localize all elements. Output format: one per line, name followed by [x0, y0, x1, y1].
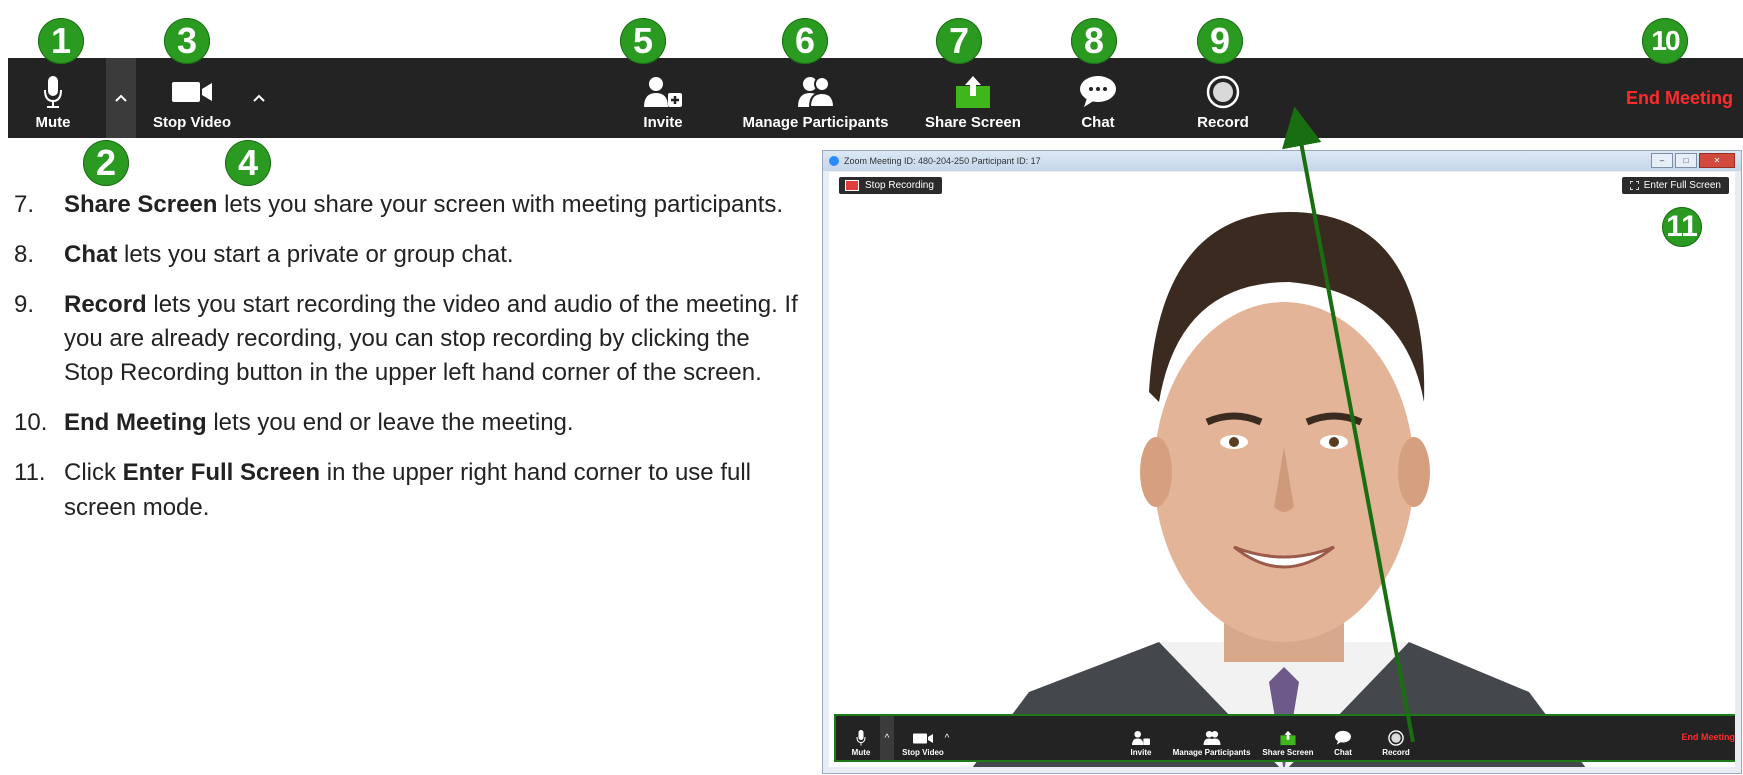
zoom-logo-icon: [829, 156, 839, 166]
chevron-up-icon[interactable]: ^: [940, 716, 954, 760]
invite-button[interactable]: Invite: [1121, 716, 1161, 760]
badge-6: 6: [782, 18, 828, 64]
stop-recording-button[interactable]: Stop Recording: [839, 177, 942, 194]
chat-bubble-icon: [1334, 728, 1352, 748]
chevron-up-icon[interactable]: ^: [880, 716, 894, 760]
video-options-caret[interactable]: [244, 58, 274, 138]
invite-person-icon: [642, 72, 684, 112]
window-title: Zoom Meeting ID: 480-204-250 Participant…: [844, 156, 1041, 166]
mute-button[interactable]: Mute: [30, 58, 76, 138]
record-label: Record: [1197, 114, 1249, 131]
badge-9: 9: [1197, 18, 1243, 64]
list-item: 11. Click Enter Full Screen in the upper…: [14, 459, 751, 521]
mute-button[interactable]: Mute: [846, 716, 876, 760]
share-screen-label: Share Screen: [925, 114, 1021, 131]
list-item: 9. Record lets you start recording the v…: [14, 291, 798, 387]
badge-2: 2: [83, 140, 129, 186]
share-screen-icon: [1279, 728, 1297, 748]
instruction-list: 7. Share Screen lets you share your scre…: [14, 188, 804, 541]
audio-options-caret[interactable]: [106, 58, 136, 138]
participant-video: [972, 212, 1586, 767]
stop-recording-label: Stop Recording: [865, 180, 934, 191]
zoom-meeting-window: Zoom Meeting ID: 480-204-250 Participant…: [822, 150, 1742, 774]
record-icon: [1206, 72, 1240, 112]
fullscreen-icon: [1629, 181, 1639, 190]
manage-participants-label: Manage Participants: [742, 114, 889, 131]
chevron-up-icon: [253, 94, 265, 102]
window-toolbar: Mute ^ Stop Video ^ Invite Manage Partic…: [834, 714, 1735, 762]
microphone-icon: [855, 728, 867, 748]
mute-label: Mute: [851, 748, 871, 757]
close-icon[interactable]: ✕: [1699, 153, 1735, 168]
record-button[interactable]: Record: [1188, 58, 1258, 138]
record-icon: [1388, 728, 1404, 748]
invite-label: Invite: [643, 114, 683, 131]
badge-10: 10: [1642, 18, 1688, 64]
microphone-icon: [42, 72, 64, 112]
end-meeting-button[interactable]: End Meeting: [1626, 88, 1733, 109]
meeting-toolbar: Mute Stop Video Invite Manage Participan…: [8, 58, 1743, 138]
stop-video-label: Stop Video: [152, 114, 232, 131]
badge-7: 7: [936, 18, 982, 64]
badge-5: 5: [620, 18, 666, 64]
chat-button[interactable]: Chat: [1068, 58, 1128, 138]
minimize-icon[interactable]: –: [1651, 153, 1673, 168]
invite-button[interactable]: Invite: [628, 58, 698, 138]
video-camera-icon: [912, 728, 934, 748]
badge-4: 4: [225, 140, 271, 186]
participants-icon: [1202, 728, 1222, 748]
manage-participants-label: Manage Participants: [1172, 748, 1251, 757]
list-item: 7. Share Screen lets you share your scre…: [14, 191, 784, 218]
chevron-up-icon: [115, 94, 127, 102]
maximize-icon[interactable]: □: [1675, 153, 1697, 168]
list-item: 8. Chat lets you start a private or grou…: [14, 241, 514, 269]
record-label: Record: [1382, 748, 1410, 757]
mute-label: Mute: [35, 114, 71, 131]
share-screen-button[interactable]: Share Screen: [1260, 716, 1316, 760]
badge-11: 11: [1662, 207, 1702, 247]
chat-bubble-icon: [1078, 72, 1118, 112]
window-controls: – □ ✕: [1651, 153, 1735, 168]
stop-recording-icon: [845, 180, 859, 191]
video-camera-icon: [170, 72, 214, 112]
record-button[interactable]: Record: [1378, 716, 1414, 760]
chat-label: Chat: [1334, 748, 1352, 757]
end-meeting-button[interactable]: End Meeting: [1682, 732, 1736, 742]
invite-label: Invite: [1130, 748, 1152, 757]
share-screen-icon: [953, 72, 993, 112]
enter-full-screen-button[interactable]: Enter Full Screen: [1621, 177, 1729, 194]
window-titlebar: Zoom Meeting ID: 480-204-250 Participant…: [823, 151, 1741, 171]
share-screen-button[interactable]: Share Screen: [918, 58, 1028, 138]
participants-icon: [795, 72, 837, 112]
video-area: Stop Recording Enter Full Screen 11 Mute…: [829, 172, 1735, 767]
share-screen-label: Share Screen: [1262, 748, 1314, 757]
badge-8: 8: [1071, 18, 1117, 64]
manage-participants-button[interactable]: Manage Participants: [733, 58, 898, 138]
stop-video-button[interactable]: Stop Video: [142, 58, 242, 138]
enter-full-screen-label: Enter Full Screen: [1643, 180, 1721, 191]
badge-1: 1: [38, 18, 84, 64]
chat-button[interactable]: Chat: [1328, 716, 1358, 760]
badge-3: 3: [164, 18, 210, 64]
stop-video-label: Stop Video: [902, 748, 944, 757]
list-item: 10. End Meeting lets you end or leave th…: [14, 409, 574, 437]
manage-participants-button[interactable]: Manage Participants: [1169, 716, 1254, 760]
chat-label: Chat: [1081, 114, 1115, 131]
invite-person-icon: [1131, 728, 1151, 748]
